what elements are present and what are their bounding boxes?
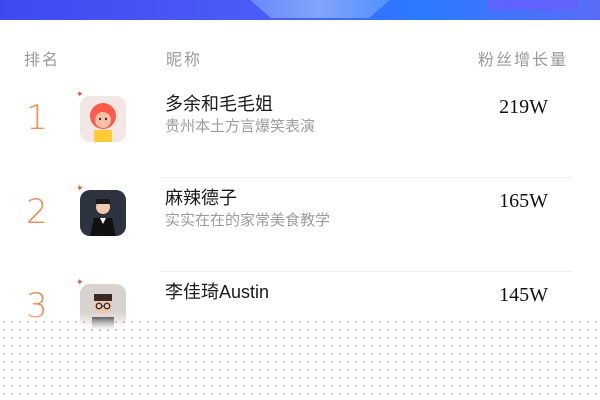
header-name: 昵称 bbox=[166, 50, 203, 69]
banner-tab bbox=[488, 0, 578, 10]
header-rank: 排名 bbox=[24, 50, 61, 69]
top-banner bbox=[0, 0, 600, 20]
avatar-man-suit-icon bbox=[80, 190, 126, 236]
rank-number: 2 bbox=[26, 192, 48, 232]
banner-notch bbox=[250, 0, 390, 18]
badge-icon: ✦ bbox=[76, 278, 84, 288]
table-header: 排名 昵称 粉丝增长量 bbox=[0, 46, 600, 74]
growth-value: 219W bbox=[499, 96, 548, 118]
ranking-row[interactable]: 2 ✦ 麻辣德子 实实在在的家常美食教学 165W bbox=[0, 176, 600, 272]
rank-number: 1 bbox=[26, 98, 48, 138]
badge-icon: ✦ bbox=[76, 90, 84, 100]
avatar-red-hair-icon bbox=[80, 96, 126, 142]
user-description: 贵州本土方言爆笑表演 bbox=[165, 118, 316, 135]
user-name[interactable]: 多余和毛毛姐 bbox=[165, 90, 273, 116]
user-name[interactable]: 李佳琦Austin bbox=[165, 278, 269, 304]
user-name[interactable]: 麻辣德子 bbox=[165, 184, 237, 210]
avatar[interactable]: ✦ bbox=[76, 184, 126, 236]
header-growth: 粉丝增长量 bbox=[477, 50, 568, 69]
ranking-row[interactable]: 1 ✦ 多余和毛毛姐 贵州本土方言爆笑表演 219W bbox=[0, 82, 600, 178]
growth-value: 145W bbox=[499, 284, 548, 306]
user-description: 实实在在的家常美食教学 bbox=[165, 212, 331, 229]
growth-value: 165W bbox=[499, 190, 548, 212]
avatar[interactable]: ✦ bbox=[76, 90, 126, 142]
dotted-overlay bbox=[0, 318, 600, 400]
badge-icon: ✦ bbox=[76, 184, 84, 194]
